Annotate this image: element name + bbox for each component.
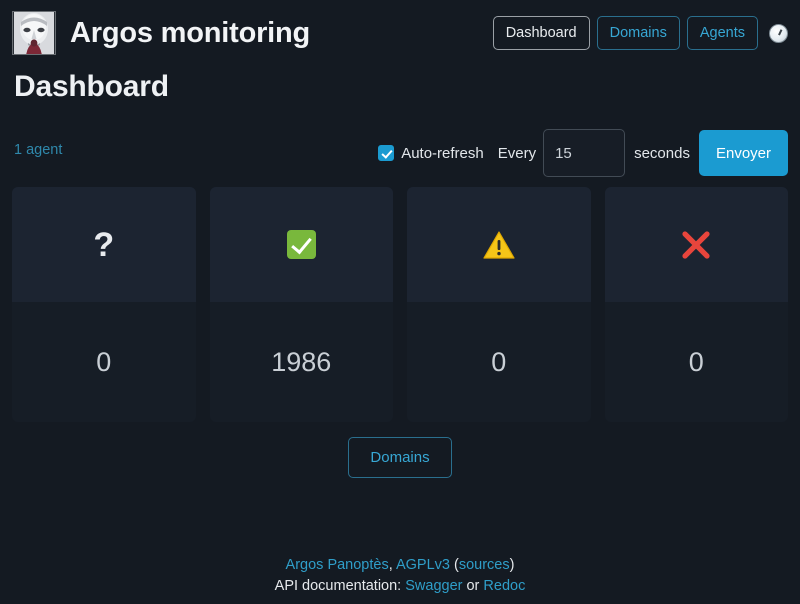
footer-link-sources[interactable]: sources: [459, 557, 510, 573]
footer-paren-close: ): [509, 556, 515, 573]
status-card-header: [209, 187, 393, 302]
footer-link-redoc[interactable]: Redoc: [483, 578, 525, 594]
argos-statue-logo-icon: [12, 11, 56, 55]
status-card-unknown[interactable]: ? 0: [12, 187, 196, 422]
status-card-body: 1986: [210, 302, 394, 422]
brand-title: Argos monitoring: [70, 16, 311, 49]
dashboard-page: Argos monitoring Dashboard Domains Agent…: [0, 0, 800, 604]
footer-link-argos-panoptes[interactable]: Argos Panoptès: [286, 557, 389, 573]
status-card-body: 0: [407, 302, 591, 422]
nav-button-agents[interactable]: Agents: [686, 15, 758, 51]
brand[interactable]: Argos monitoring: [12, 11, 310, 55]
domains-button-row: Domains: [0, 437, 800, 478]
footer-link-license[interactable]: AGPLv3: [396, 557, 450, 573]
auto-refresh-checkbox[interactable]: [378, 145, 395, 161]
refresh-interval-input[interactable]: [543, 129, 626, 177]
footer-paren-open: (: [449, 556, 459, 573]
submit-button[interactable]: Envoyer: [698, 130, 788, 176]
footer-line-credits: Argos Panoptès, AGPLv3 (sources): [0, 555, 800, 576]
status-card-header: ?: [12, 187, 196, 302]
top-navbar: Argos monitoring Dashboard Domains Agent…: [0, 0, 800, 62]
domains-button[interactable]: Domains: [348, 437, 452, 478]
status-card-body: 0: [12, 302, 196, 422]
nav-button-domains[interactable]: Domains: [596, 15, 680, 51]
warning-triangle-icon: [483, 230, 515, 260]
status-card-header: [407, 187, 591, 302]
auto-refresh-label[interactable]: Auto-refresh: [401, 145, 484, 162]
footer: Argos Panoptès, AGPLv3 (sources) API doc…: [0, 555, 800, 597]
footer-separator-comma: ,: [388, 556, 396, 573]
seconds-label: seconds: [634, 144, 690, 162]
green-check-icon: [286, 230, 316, 259]
footer-link-swagger[interactable]: Swagger: [405, 578, 462, 594]
question-mark-icon: ?: [93, 225, 115, 264]
every-label: Every: [497, 144, 537, 162]
controls-row: 1 agent Auto-refresh Every seconds Envoy…: [0, 129, 800, 177]
status-card-critical[interactable]: 0: [604, 187, 789, 422]
status-card-body: 0: [605, 302, 789, 422]
agents-count-link[interactable]: 1 agent: [14, 142, 62, 158]
auto-refresh-form: Auto-refresh Every seconds Envoyer: [378, 129, 788, 177]
page-title: Dashboard: [14, 70, 169, 103]
nav-actions: Dashboard Domains Agents: [492, 15, 788, 51]
status-count-unknown: 0: [96, 346, 112, 377]
status-count-ok: 1986: [271, 346, 332, 377]
status-card-warning[interactable]: 0: [407, 187, 591, 422]
footer-or-label: or: [462, 577, 484, 594]
footer-api-docs-label: API documentation:: [274, 577, 406, 594]
footer-line-api-docs: API documentation: Swagger or Redoc: [0, 576, 800, 597]
status-cards: ? 0 1986 0 0: [0, 187, 800, 422]
nav-button-dashboard[interactable]: Dashboard: [492, 15, 590, 51]
status-count-critical: 0: [688, 346, 704, 377]
moon-toggle-icon[interactable]: [769, 23, 788, 43]
status-card-header: [604, 187, 788, 302]
red-cross-icon: [681, 230, 711, 260]
status-count-warning: 0: [491, 346, 507, 377]
status-card-ok[interactable]: 1986: [209, 187, 394, 422]
